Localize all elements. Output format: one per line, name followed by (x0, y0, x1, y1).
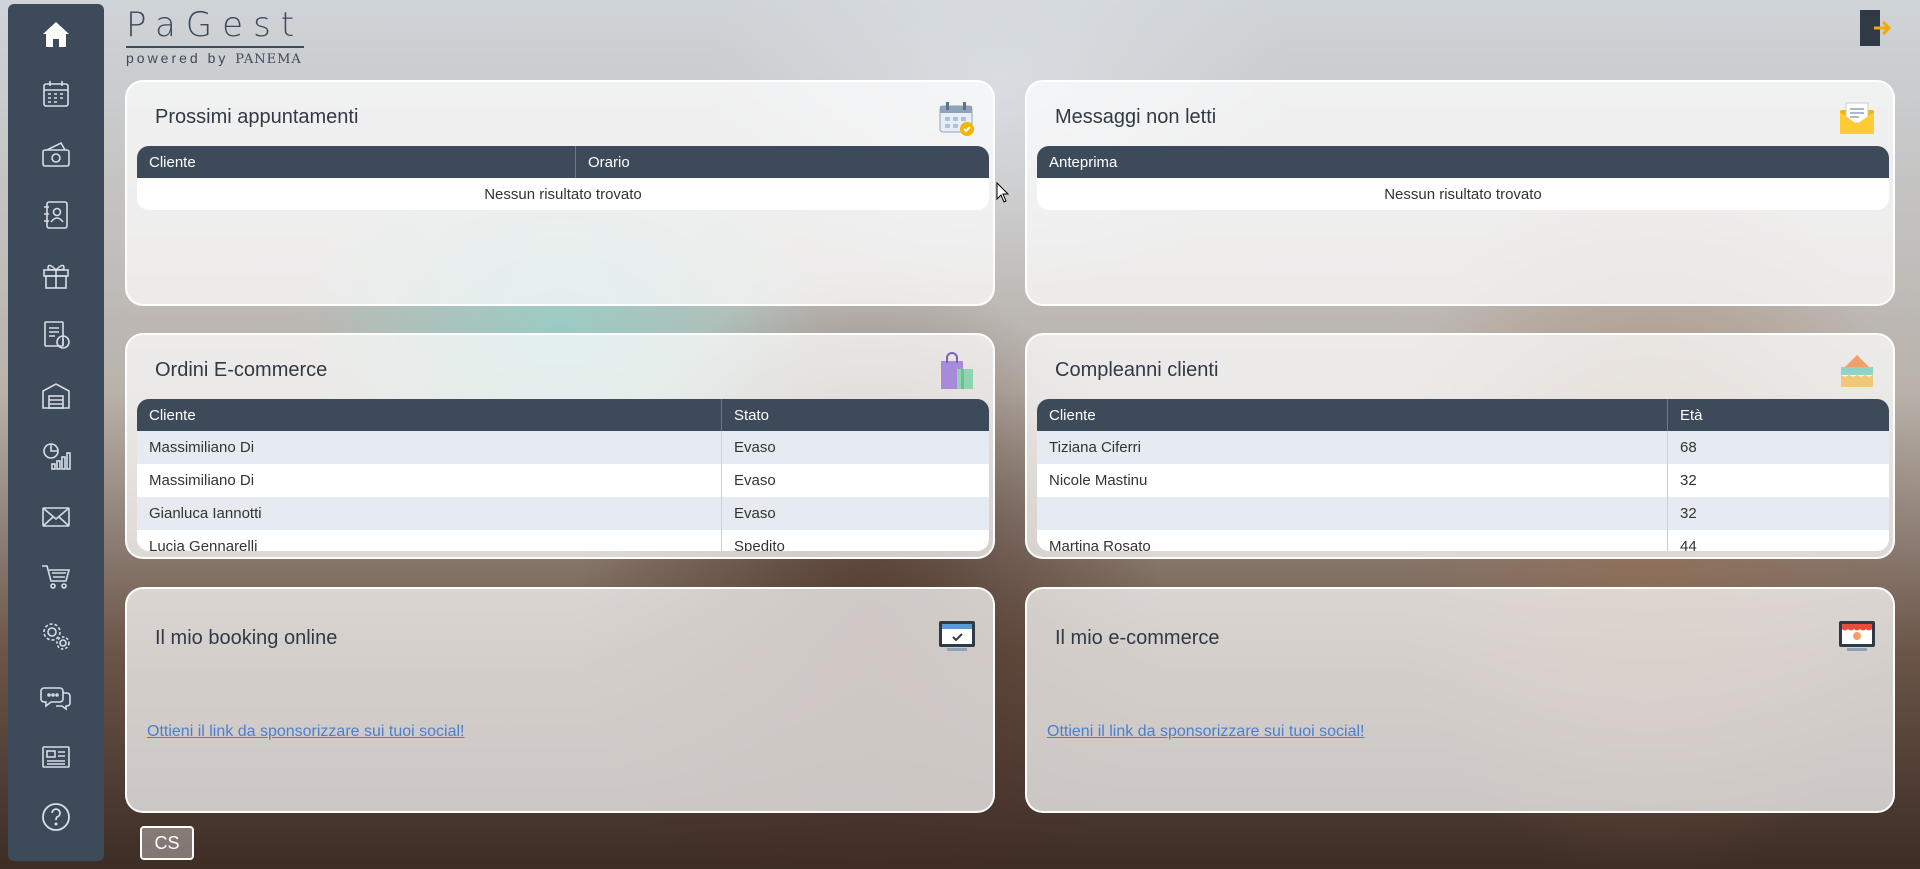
calendar-clock-icon (939, 102, 974, 136)
messages-table: Anteprima Nessun risultato trovato (1037, 146, 1889, 212)
booking-card: Il mio booking online Ottieni il link da… (125, 587, 995, 813)
birthdays-table: Cliente Età Tiziana Ciferri 68 Nicole Ma… (1037, 399, 1889, 551)
brand-name: PaGest (126, 6, 304, 48)
table-row[interactable]: Massimiliano Di Evaso (137, 464, 989, 497)
invoice-icon (44, 321, 70, 350)
birthday-age: 32 (1667, 464, 1889, 497)
orders-card: Ordini E-commerce Cliente Stato Massimil… (125, 333, 995, 559)
shopping-bags-icon (941, 352, 973, 389)
birthday-customer: Martina Rosato (1037, 530, 1668, 551)
order-customer: Massimiliano Di (137, 431, 722, 464)
messages-card: Messaggi non letti Anteprima Nessun risu… (1025, 80, 1895, 306)
table-row[interactable]: Nicole Mastinu 32 (1037, 464, 1889, 497)
sidebar-item-settings[interactable] (8, 606, 104, 666)
table-row[interactable]: 32 (1037, 497, 1889, 530)
sidebar (8, 4, 104, 861)
cart-icon (42, 565, 71, 589)
orders-title: Ordini E-commerce (155, 359, 328, 381)
booking-title: Il mio booking online (155, 627, 338, 649)
ecommerce-link[interactable]: Ottieni il link da sponsorizzare sui tuo… (1047, 723, 1364, 741)
birthday-age: 68 (1667, 431, 1889, 464)
table-row[interactable]: Massimiliano Di Evaso (137, 431, 989, 464)
sidebar-item-chat[interactable] (8, 666, 104, 726)
chat-icon (40, 686, 71, 711)
online-booking-icon (939, 621, 975, 651)
stats-icon (43, 442, 71, 470)
column-header-stato[interactable]: Stato (721, 399, 989, 431)
sidebar-item-warehouse[interactable] (8, 365, 104, 425)
ecommerce-title: Il mio e-commerce (1055, 627, 1220, 649)
logout-icon[interactable] (1856, 8, 1892, 48)
help-icon (42, 803, 70, 831)
appointments-card: Prossimi appuntamenti Cliente Orario Nes… (125, 80, 995, 306)
column-header-cliente[interactable]: Cliente (1037, 399, 1668, 431)
order-customer: Gianluca Iannotti (137, 497, 722, 530)
table-row[interactable]: Lucia Gennarelli Spedito (137, 530, 989, 551)
column-header-cliente[interactable]: Cliente (137, 399, 722, 431)
news-icon (42, 745, 70, 768)
sidebar-item-ecommerce[interactable] (8, 546, 104, 606)
table-row[interactable]: Gianluca Iannotti Evaso (137, 497, 989, 530)
birthday-age: 44 (1667, 530, 1889, 551)
order-status: Evaso (721, 497, 989, 530)
birthday-customer: Tiziana Ciferri (1037, 431, 1668, 464)
booking-link[interactable]: Ottieni il link da sponsorizzare sui tuo… (147, 723, 464, 741)
sidebar-item-stats[interactable] (8, 426, 104, 486)
birthday-customer (1037, 497, 1668, 530)
table-row[interactable]: Martina Rosato 44 (1037, 530, 1889, 551)
powered-by-label: powered by (126, 50, 229, 66)
powered-by: powered by PANEMA (126, 50, 304, 67)
empty-message: Nessun risultato trovato (137, 178, 989, 210)
ecommerce-card: Il mio e-commerce Ottieni il link da spo… (1025, 587, 1895, 813)
table-row[interactable]: Tiziana Ciferri 68 (1037, 431, 1889, 464)
powered-by-brand: PANEMA (235, 52, 302, 67)
sidebar-item-contacts[interactable] (8, 185, 104, 245)
calendar-icon (43, 81, 69, 108)
sidebar-item-messages[interactable] (8, 486, 104, 546)
column-header-cliente[interactable]: Cliente (137, 146, 576, 178)
online-shop-icon (1839, 621, 1875, 651)
sidebar-item-news[interactable] (8, 727, 104, 787)
birthday-customer: Nicole Mastinu (1037, 464, 1668, 497)
mail-icon (42, 507, 70, 527)
column-header-orario[interactable]: Orario (575, 146, 989, 178)
mouse-cursor-icon (996, 182, 1010, 203)
sidebar-item-calendar[interactable] (8, 64, 104, 124)
order-status: Evaso (721, 464, 989, 497)
cash-icon (42, 141, 70, 167)
user-initials-button[interactable]: CS (140, 826, 194, 860)
empty-message: Nessun risultato trovato (1037, 178, 1889, 210)
order-customer: Massimiliano Di (137, 464, 722, 497)
appointments-title: Prossimi appuntamenti (155, 106, 359, 128)
sidebar-item-home[interactable] (8, 4, 104, 64)
order-status: Evaso (721, 431, 989, 464)
birthdays-title: Compleanni clienti (1055, 359, 1219, 381)
home-icon (43, 22, 69, 48)
birthday-cake-icon (1841, 355, 1873, 387)
birthday-age: 32 (1667, 497, 1889, 530)
envelope-icon (1840, 102, 1874, 134)
birthdays-card: Compleanni clienti Cliente Età Tiziana C… (1025, 333, 1895, 559)
column-header-eta[interactable]: Età (1667, 399, 1889, 431)
address-book-icon (44, 200, 68, 229)
app-logo: PaGest powered by PANEMA (126, 6, 304, 67)
sidebar-item-gifts[interactable] (8, 245, 104, 305)
warehouse-icon (42, 383, 70, 410)
gears-icon (43, 623, 70, 651)
gift-icon (43, 264, 69, 289)
messages-title: Messaggi non letti (1055, 106, 1217, 128)
appointments-table: Cliente Orario Nessun risultato trovato (137, 146, 989, 212)
orders-table: Cliente Stato Massimiliano Di Evaso Mass… (137, 399, 989, 551)
order-status: Spedito (721, 530, 989, 551)
order-customer: Lucia Gennarelli (137, 530, 722, 551)
sidebar-item-help[interactable] (8, 787, 104, 847)
column-header-anteprima[interactable]: Anteprima (1037, 146, 1889, 178)
sidebar-item-invoices[interactable] (8, 305, 104, 365)
sidebar-item-cash[interactable] (8, 124, 104, 184)
